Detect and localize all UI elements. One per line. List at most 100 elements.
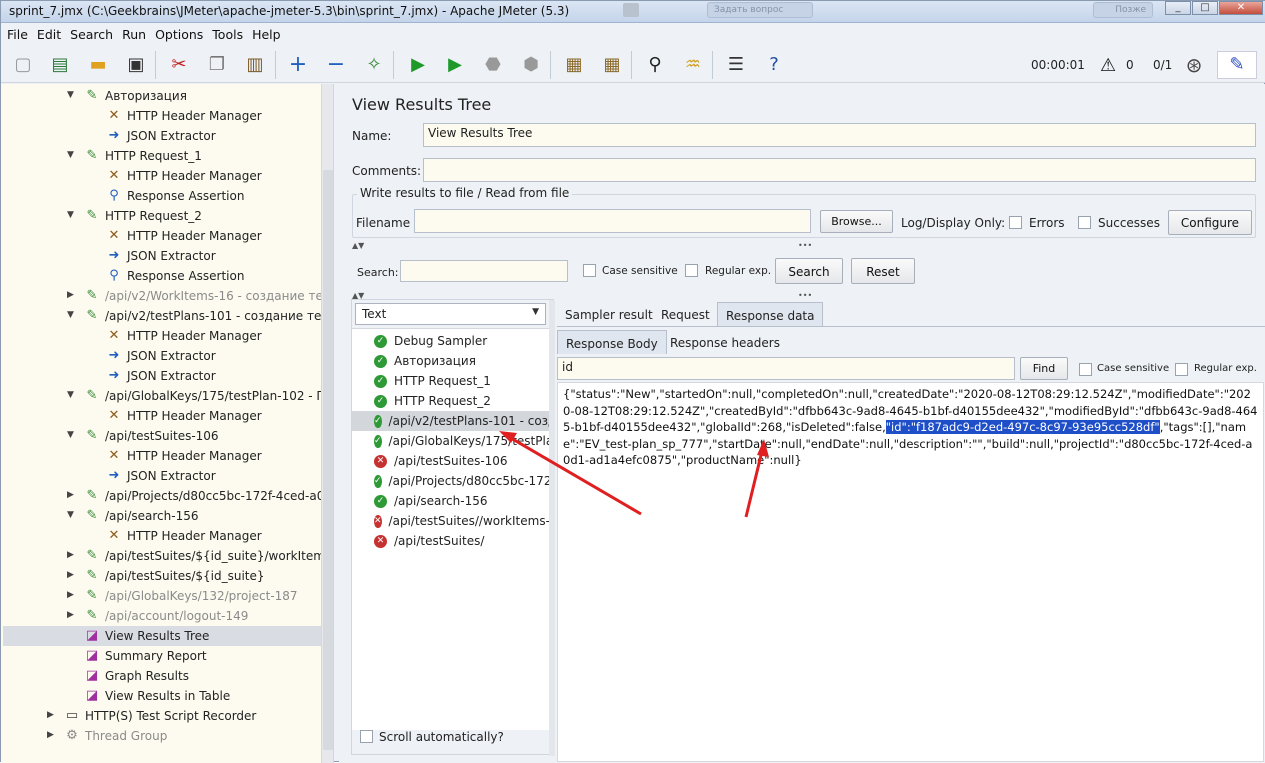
expanded-icon[interactable]: ▼ xyxy=(67,90,74,100)
tree-item[interactable]: ▼ ✎ /api/testSuites-106 xyxy=(67,426,219,446)
case-sensitive-checkbox[interactable] xyxy=(583,264,596,277)
stop-icon[interactable]: ⬣ xyxy=(481,53,505,77)
collapsed-icon[interactable]: ▶ xyxy=(67,590,74,600)
search-icon[interactable]: ⚲ xyxy=(643,53,667,77)
start-icon[interactable]: ▶ xyxy=(406,53,430,77)
tree-item[interactable]: ➜ JSON Extractor xyxy=(105,366,216,386)
tree-item[interactable]: ▶ ✎ /api/account/logout-149 xyxy=(67,606,248,626)
tree-item[interactable]: ◪ Summary Report xyxy=(83,646,207,666)
search-button[interactable]: Search xyxy=(775,258,843,284)
remote-status-icon[interactable]: ⊛ xyxy=(1182,53,1206,77)
expanded-icon[interactable]: ▼ xyxy=(67,210,74,220)
search-field[interactable] xyxy=(400,260,568,282)
collapsed-icon[interactable]: ▶ xyxy=(67,550,74,560)
minimize-button[interactable]: _ xyxy=(1165,1,1191,15)
browse-button[interactable]: Browse... xyxy=(820,210,893,233)
tab-response-headers[interactable]: Response headers xyxy=(662,330,788,354)
tree-item[interactable]: ✕ HTTP Header Manager xyxy=(105,166,262,186)
menu-search[interactable]: Search xyxy=(64,23,116,42)
sample-result-item[interactable]: ✕ /api/testSuites-106 xyxy=(352,451,549,471)
menu-options[interactable]: Options xyxy=(149,23,206,42)
save-icon[interactable]: ▣ xyxy=(124,53,148,77)
collapsed-icon[interactable]: ▶ xyxy=(67,610,74,620)
tree-item[interactable]: ✕ HTTP Header Manager xyxy=(105,326,262,346)
collapsed-icon[interactable]: ▶ xyxy=(67,490,74,500)
toggle-icon[interactable]: ✧ xyxy=(362,53,386,77)
paste-icon[interactable]: ▥ xyxy=(243,53,267,77)
menu-tools[interactable]: Tools xyxy=(206,23,246,42)
start-no-pause-icon[interactable]: ▶ xyxy=(443,53,467,77)
tree-item[interactable]: ◪ Graph Results xyxy=(83,666,189,686)
divider-1[interactable]: ▲▼ ••• xyxy=(352,241,1256,250)
find-case-checkbox[interactable] xyxy=(1079,363,1092,376)
name-field[interactable]: View Results Tree xyxy=(423,123,1256,147)
templates-icon[interactable]: ▤ xyxy=(48,53,72,77)
scroll-auto-checkbox[interactable] xyxy=(360,730,373,743)
tab-request[interactable]: Request xyxy=(653,302,718,326)
filename-field[interactable] xyxy=(414,209,811,233)
copy-icon[interactable]: ❐ xyxy=(205,53,229,77)
menu-run[interactable]: Run xyxy=(116,23,149,42)
collapsed-icon[interactable]: ▶ xyxy=(67,290,74,300)
sample-result-item[interactable]: ✓ Debug Sampler xyxy=(352,331,549,351)
sample-result-item[interactable]: ✓ Авторизация xyxy=(352,351,549,371)
help-icon[interactable]: ? xyxy=(762,53,786,77)
tree-item[interactable]: ▼ ✎ /api/search-156 xyxy=(67,506,199,526)
tree-item[interactable]: ✕ HTTP Header Manager xyxy=(105,526,262,546)
close-button[interactable]: ✕ xyxy=(1219,1,1263,15)
sample-result-item[interactable]: ✓ HTTP Request_2 xyxy=(352,391,549,411)
new-icon[interactable]: ▢ xyxy=(11,53,35,77)
warning-icon[interactable]: ⚠ xyxy=(1100,55,1116,76)
tree-item[interactable]: ▶ ⚙ Thread Group xyxy=(47,726,167,746)
tree-item[interactable]: ⚲ Response Assertion xyxy=(105,266,244,286)
collapse-icon[interactable]: − xyxy=(324,53,348,77)
expand-icon[interactable]: + xyxy=(286,53,310,77)
tree-item[interactable]: ▶ ✎ /api/v2/WorkItems-16 - создание тест-к… xyxy=(67,286,333,306)
tree-item[interactable]: ➜ JSON Extractor xyxy=(105,466,216,486)
cut-icon[interactable]: ✂ xyxy=(167,53,191,77)
collapsed-icon[interactable]: ▶ xyxy=(47,710,54,720)
maximize-button[interactable]: □ xyxy=(1192,1,1218,15)
menu-edit[interactable]: Edit xyxy=(31,23,64,42)
errors-checkbox[interactable] xyxy=(1009,216,1022,229)
tree-item[interactable]: ▶ ✎ /api/Projects/d80cc5bc-172f-4ced-a0d1-… xyxy=(67,486,333,506)
log-viewer-icon[interactable]: ✎ xyxy=(1217,51,1257,79)
response-body-text[interactable]: {"status":"New","startedOn":null,"comple… xyxy=(557,382,1264,762)
sample-result-item[interactable]: ✓ /api/GlobalKeys/175/testPlan-102 xyxy=(352,431,549,451)
tree-item[interactable]: ▼ ✎ HTTP Request_1 xyxy=(67,146,202,166)
tree-item[interactable]: ◪ View Results in Table xyxy=(83,686,230,706)
tab-sampler-result[interactable]: Sampler result xyxy=(557,302,661,326)
reset-button[interactable]: Reset xyxy=(851,258,915,284)
tree-item[interactable]: ➜ JSON Extractor xyxy=(105,246,216,266)
function-helper-icon[interactable]: ☰ xyxy=(724,53,748,77)
tree-item[interactable]: ▼ ✎ HTTP Request_2 xyxy=(67,206,202,226)
tree-item[interactable]: ▼ ✎ /api/GlobalKeys/175/testPlan-102 - Пер… xyxy=(67,386,333,406)
configure-button[interactable]: Configure xyxy=(1168,210,1252,235)
results-list-scrollbar[interactable] xyxy=(549,300,555,756)
tab-response-body[interactable]: Response Body xyxy=(557,330,667,354)
renderer-select[interactable]: Text ▼ xyxy=(355,303,546,325)
expanded-icon[interactable]: ▼ xyxy=(67,510,74,520)
sample-result-item[interactable]: ✓ /api/Projects/d80cc5bc-172f-4ced xyxy=(352,471,549,491)
tree-item[interactable]: ✕ HTTP Header Manager xyxy=(105,406,262,426)
regex-checkbox[interactable] xyxy=(685,264,698,277)
menu-file[interactable]: File xyxy=(1,23,31,42)
tree-item[interactable]: ▶ ✎ /api/testSuites/${id_suite} xyxy=(67,566,265,586)
divider-2[interactable]: ▲▼ ••• xyxy=(352,291,1256,300)
sample-result-item[interactable]: ✓ HTTP Request_1 xyxy=(352,371,549,391)
collapsed-icon[interactable]: ▶ xyxy=(67,570,74,580)
tree-item[interactable]: ✕ HTTP Header Manager xyxy=(105,106,262,126)
sample-result-item[interactable]: ✓ /api/v2/testPlans-101 - создание тест-п… xyxy=(352,411,549,431)
clear-all-icon[interactable]: ▦ xyxy=(600,53,624,77)
sample-result-item[interactable]: ✕ /api/testSuites/ xyxy=(352,531,549,551)
find-field[interactable]: id xyxy=(557,357,1015,380)
tree-item[interactable]: ▼ ✎ /api/v2/testPlans-101 - создание тест-… xyxy=(67,306,333,326)
tree-item[interactable]: ▶ ✎ /api/testSuites/${id_suite}/workItems-… xyxy=(67,546,333,566)
expanded-icon[interactable]: ▼ xyxy=(67,310,74,320)
tree-item[interactable]: ▼ ✎ Авторизация xyxy=(67,86,187,106)
tree-item[interactable]: ✕ HTTP Header Manager xyxy=(105,226,262,246)
expanded-icon[interactable]: ▼ xyxy=(67,150,74,160)
tree-item[interactable]: ⚲ Response Assertion xyxy=(105,186,244,206)
expanded-icon[interactable]: ▼ xyxy=(67,390,74,400)
tree-item[interactable]: ➜ JSON Extractor xyxy=(105,346,216,366)
